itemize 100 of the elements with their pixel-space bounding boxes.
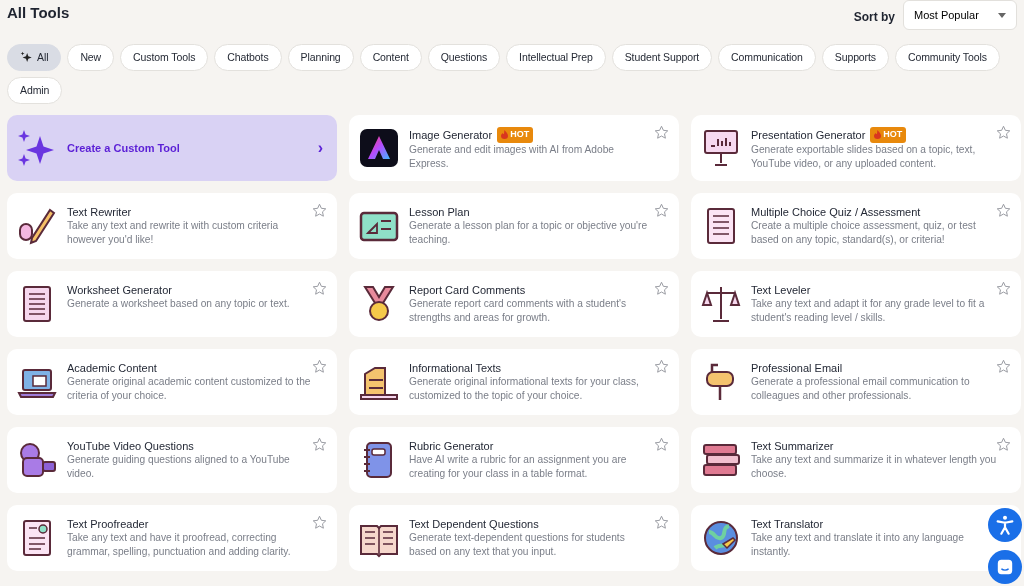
tool-card[interactable]: Text Translator Take any text and translate it into any language instantly.: [691, 505, 1021, 571]
tool-card[interactable]: Informational Texts Generate original informational texts for your class, customized to the topic of your choice.: [349, 349, 679, 415]
filter-chip[interactable]: Communication: [718, 44, 816, 71]
page-title: All Tools: [7, 4, 70, 22]
filter-chip[interactable]: Supports: [821, 44, 889, 71]
scales-icon: [701, 284, 741, 324]
tool-card[interactable]: Lesson Plan Generate a lesson plan for a topic or objective you're teaching.: [349, 193, 679, 259]
sort-label: Sort by: [853, 9, 895, 26]
filter-chip[interactable]: Custom Tools: [120, 44, 209, 71]
tool-title: Text Summarizer: [751, 439, 834, 453]
favorite-button[interactable]: [312, 359, 327, 374]
tool-title: Report Card Comments: [409, 283, 526, 297]
tool-description: Have AI write a rubric for an assignment you are creating for your class in a table format.: [409, 453, 628, 481]
tool-title: Text Proofreader: [67, 517, 149, 531]
tool-description: Generate original informational texts for your class, customized to the topic of your choice.: [409, 375, 640, 403]
favorite-button[interactable]: [654, 437, 669, 452]
tool-title: Multiple Choice Quiz / Assessment: [751, 205, 921, 219]
flame-icon: [501, 130, 509, 140]
tool-title: Rubric Generator: [409, 439, 494, 453]
tool-title: Text Translator: [751, 517, 824, 531]
favorite-button[interactable]: [312, 203, 327, 218]
tool-description: Take any text and summarize it in whatever length you choose.: [751, 453, 997, 481]
sparkle-icon: [20, 51, 33, 64]
filter-chip[interactable]: Admin: [7, 77, 63, 104]
tool-card[interactable]: Rubric Generator Have AI write a rubric for an assignment you are creating for your class in a table format.: [349, 427, 679, 493]
caret-icon: [998, 12, 1006, 18]
tool-description: Take any text and rewrite it with custom criteria however you'd like!: [67, 219, 280, 247]
filter-chip[interactable]: Content: [359, 44, 422, 71]
favorite-button[interactable]: [996, 125, 1011, 140]
tool-card[interactable]: Text Summarizer Take any text and summarize it in whatever length you choose.: [691, 427, 1021, 493]
filter-chip[interactable]: Chatbots: [214, 44, 282, 71]
favorite-button[interactable]: [996, 437, 1011, 452]
tool-title: YouTube Video Questions: [67, 439, 194, 453]
tool-title: Academic Content: [67, 361, 157, 375]
tool-description: Generate and edit images with AI from Adobe Express.: [409, 142, 615, 171]
presentation-board-icon: [701, 128, 741, 168]
favorite-button[interactable]: [996, 281, 1011, 296]
chat-icon: [996, 558, 1014, 576]
tool-card[interactable]: Text Proofreader Take any text and have it proofread, correcting grammar, spelling, punctuation and adding clarity.: [7, 505, 337, 571]
tool-card[interactable]: Academic Content Generate original academic content customized to the criteria of your choice.: [7, 349, 337, 415]
video-camera-icon: [17, 440, 57, 480]
tool-title: Worksheet Generator: [67, 283, 172, 297]
favorite-button[interactable]: [654, 281, 669, 296]
favorite-button[interactable]: [996, 359, 1011, 374]
favorite-button[interactable]: [312, 437, 327, 452]
filter-chip[interactable]: Community Tools: [895, 44, 1000, 71]
tool-description: Generate original academic content customized to the criteria of your choice.: [67, 375, 312, 403]
tool-card[interactable]: Text Rewriter Take any text and rewrite it with custom criteria however you'd like!: [7, 193, 337, 259]
sort-dropdown[interactable]: Most Popular: [903, 0, 1017, 30]
filter-chip[interactable]: New: [67, 44, 115, 71]
tool-card[interactable]: YouTube Video Questions Generate guiding questions aligned to a YouTube video.: [7, 427, 337, 493]
globe-icon: [701, 518, 741, 558]
tool-description: Create a multiple choice assessment, quiz, or test based on any topic, standard(s), or criteria!: [751, 219, 977, 247]
create-tool-label: Create a Custom Tool: [67, 140, 181, 156]
tool-card[interactable]: Image Generator HOT Generate and edit images with AI from Adobe Express.: [349, 115, 679, 181]
hot-badge: HOT: [870, 127, 907, 143]
filter-chip[interactable]: All: [7, 44, 62, 71]
accessibility-icon: [994, 514, 1016, 536]
tool-card[interactable]: Professional Email Generate a professional email communication to colleagues and other professionals.: [691, 349, 1021, 415]
favorite-button[interactable]: [312, 281, 327, 296]
tool-description: Generate text-dependent questions for students based on any text that you input.: [409, 531, 626, 559]
favorite-button[interactable]: [654, 515, 669, 530]
tool-title: Text Dependent Questions: [409, 517, 539, 531]
tool-card[interactable]: Worksheet Generator Generate a worksheet based on any topic or text.: [7, 271, 337, 337]
tool-description: Generate report card comments with a student's strengths and areas for growth.: [409, 297, 628, 325]
tool-card[interactable]: Text Dependent Questions Generate text-dependent questions for students based on any text that you input.: [349, 505, 679, 571]
tool-description: Take any text and translate it into any language instantly.: [751, 531, 965, 559]
tool-description: Generate exportable slides based on a topic, text, YouTube video, or any uploaded content.: [751, 142, 977, 171]
tool-card[interactable]: Text Leveler Take any text and adapt it for any grade level to fit a student's reading level / skills.: [691, 271, 1021, 337]
tool-description: Take any text and adapt it for any grade level to fit a student's reading level / skills.: [751, 297, 986, 325]
filter-chip[interactable]: Questions: [427, 44, 501, 71]
flame-icon: [874, 130, 882, 140]
tool-description: Take any text and have it proofread, correcting grammar, spelling, punctuation and adding clarity.: [67, 531, 292, 559]
tool-title: Informational Texts: [409, 361, 502, 375]
chat-button[interactable]: [988, 550, 1022, 584]
filter-chip[interactable]: Intellectual Prep: [506, 44, 606, 71]
tool-card[interactable]: Report Card Comments Generate report card comments with a student's strengths and areas for growth.: [349, 271, 679, 337]
filter-chip[interactable]: Student Support: [611, 44, 713, 71]
favorite-button[interactable]: [996, 203, 1011, 218]
create-tool-card[interactable]: Create a Custom Tool ›: [7, 115, 337, 181]
tool-title: Professional Email: [751, 361, 843, 375]
tool-description: Generate a lesson plan for a topic or objective you're teaching.: [409, 219, 649, 247]
gradient-logo-icon: [359, 128, 399, 168]
tool-card[interactable]: Presentation Generator HOT Generate exportable slides based on a topic, text, YouTube video, or any uploaded content.: [691, 115, 1021, 181]
tool-title: Lesson Plan: [409, 205, 470, 219]
tool-title: Text Rewriter: [67, 205, 132, 219]
tool-card[interactable]: Multiple Choice Quiz / Assessment Create a multiple choice assessment, quiz, or test based on any topic, standard(s), or criteria!: [691, 193, 1021, 259]
tool-description: Generate a worksheet based on any topic or text.: [67, 297, 291, 311]
tool-description: Generate guiding questions aligned to a YouTube video.: [67, 453, 291, 481]
favorite-button[interactable]: [654, 359, 669, 374]
chevron-icon: ›: [317, 136, 323, 160]
tool-title: Image Generator: [409, 127, 493, 142]
favorite-button[interactable]: [654, 203, 669, 218]
tool-title: Presentation Generator: [751, 127, 866, 142]
favorite-button[interactable]: [654, 125, 669, 140]
favorite-button[interactable]: [312, 515, 327, 530]
tool-description: Generate a professional email communication to colleagues and other professionals.: [751, 375, 971, 403]
pencil-eraser-icon: [17, 206, 57, 246]
filter-chip[interactable]: Planning: [287, 44, 354, 71]
tool-title: Text Leveler: [751, 283, 811, 297]
